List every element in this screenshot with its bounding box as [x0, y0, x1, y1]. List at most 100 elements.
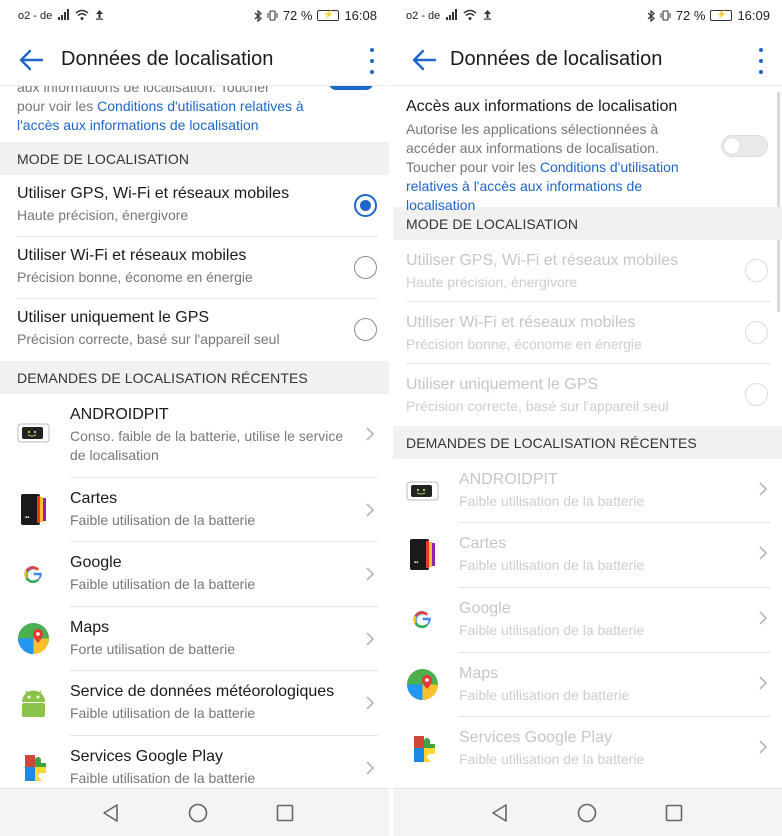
chevron-right-icon: [366, 632, 375, 646]
back-arrow-icon[interactable]: [411, 48, 437, 72]
settings-list: aux informations de localisation. Touche…: [0, 86, 389, 788]
access-intro-fragment[interactable]: aux informations de localisation. Touche…: [0, 86, 389, 134]
app-row-google[interactable]: Google Faible utilisation de la batterie: [393, 588, 782, 653]
mode-title: Utiliser uniquement le GPS: [17, 309, 210, 326]
app-row-weather[interactable]: Service de données météorologiques Faibl…: [0, 671, 389, 736]
mode-title: Utiliser uniquement le GPS: [406, 376, 599, 393]
mode-option-gps-wifi[interactable]: Utiliser GPS, Wi-Fi et réseaux mobiles H…: [0, 175, 389, 237]
radio-button[interactable]: [354, 256, 377, 279]
app-row-cartes[interactable]: ▪▪ Cartes Faible utilisation de la batte…: [393, 523, 782, 588]
more-vert-icon[interactable]: [754, 48, 768, 74]
mode-subtitle: Précision correcte, basé sur l'appareil …: [17, 331, 280, 347]
wifi-icon: [463, 9, 477, 20]
mode-title: Utiliser Wi-Fi et réseaux mobiles: [17, 247, 247, 264]
mode-title: Utiliser GPS, Wi-Fi et réseaux mobiles: [406, 252, 679, 269]
app-name: Maps: [459, 665, 499, 682]
status-right: 72 % ⚡ 16:09: [647, 8, 770, 23]
signal-strength-icon: [58, 9, 69, 20]
app-usage: Faible utilisation de la batterie: [70, 576, 256, 592]
clock: 16:08: [344, 8, 377, 23]
app-row-androidpit[interactable]: ANDROIDPIT Faible utilisation de la batt…: [393, 459, 782, 523]
maps-icon: [407, 669, 438, 700]
mode-option-gps-only[interactable]: Utiliser uniquement le GPS Précision cor…: [0, 299, 389, 361]
app-row-maps[interactable]: Maps Forte utilisation de batterie: [0, 607, 389, 671]
androidpit-icon: [17, 423, 50, 443]
app-row-maps[interactable]: Maps Faible utilisation de batterie: [393, 653, 782, 717]
screen-right: o2 - de 72 % ⚡ 16:09 Données de localisa…: [393, 0, 782, 836]
mode-option-wifi[interactable]: Utiliser Wi-Fi et réseaux mobiles Précis…: [0, 237, 389, 299]
section-header-recent: DEMANDES DE LOCALISATION RÉCENTES: [0, 361, 389, 394]
upload-icon: [96, 10, 103, 20]
chevron-right-icon: [366, 696, 375, 710]
app-usage: Faible utilisation de la batterie: [459, 557, 645, 573]
mode-option-gps-wifi[interactable]: Utiliser GPS, Wi-Fi et réseaux mobiles H…: [393, 240, 782, 302]
android-weather-icon: [22, 690, 45, 717]
nav-back-icon[interactable]: [489, 802, 511, 824]
app-name: Google: [459, 600, 511, 617]
chevron-right-icon: [759, 611, 768, 625]
location-access-toggle[interactable]: [721, 135, 768, 157]
cartes-icon: ▪▪: [410, 539, 435, 570]
wifi-icon: [75, 9, 89, 20]
signal-icons: [58, 9, 104, 20]
intro-text-pre: pour voir les: [17, 98, 98, 114]
mode-subtitle: Précision bonne, économe en énergie: [406, 336, 642, 352]
app-bar: Données de localisation: [393, 34, 782, 86]
section-header-mode: MODE DE LOCALISATION: [0, 142, 389, 175]
screen-left: o2 - de 72 % ⚡ 16:08 Données de localisa…: [0, 0, 389, 836]
page-title: Données de localisation: [450, 48, 663, 70]
app-name: Maps: [70, 619, 110, 636]
signal-strength-icon: [446, 9, 457, 20]
status-bar: o2 - de 72 % ⚡ 16:08: [0, 0, 389, 34]
app-usage: Faible utilisation de la batterie: [459, 493, 645, 509]
navigation-bar: [0, 788, 389, 836]
google-icon: [18, 559, 49, 590]
nav-recents-icon[interactable]: [274, 802, 296, 824]
intro-text-line: aux informations de localisation. Touche…: [17, 86, 270, 95]
mode-title: Utiliser Wi-Fi et réseaux mobiles: [406, 314, 636, 331]
google-icon: [407, 604, 438, 635]
app-row-cartes[interactable]: ▪▪ Cartes Faible utilisation de la batte…: [0, 478, 389, 542]
app-name: Cartes: [70, 490, 118, 507]
app-row-play-services[interactable]: Services Google Play Faible utilisation …: [393, 717, 782, 781]
radio-button-selected[interactable]: [354, 194, 377, 217]
app-name: Service de données météorologiques: [70, 683, 335, 700]
app-name: ANDROIDPIT: [459, 471, 558, 488]
radio-button[interactable]: [745, 321, 768, 344]
signal-icons: [446, 9, 492, 20]
location-access-row[interactable]: Accès aux informations de localisation A…: [393, 86, 782, 213]
app-name: Services Google Play: [70, 748, 223, 765]
app-row-androidpit[interactable]: ANDROIDPIT Conso. faible de la batterie,…: [0, 394, 389, 478]
cartes-icon: ▪▪: [21, 494, 46, 525]
carrier-label: o2 - de: [18, 10, 53, 22]
app-usage: Faible utilisation de la batterie: [70, 770, 256, 786]
mode-option-wifi[interactable]: Utiliser Wi-Fi et réseaux mobiles Précis…: [393, 302, 782, 364]
nav-back-icon[interactable]: [100, 802, 122, 824]
radio-button[interactable]: [745, 383, 768, 406]
mode-subtitle: Précision bonne, économe en énergie: [17, 269, 253, 285]
more-vert-icon[interactable]: [365, 48, 379, 74]
mode-option-gps-only[interactable]: Utiliser uniquement le GPS Précision cor…: [393, 364, 782, 426]
app-row-play-services[interactable]: Services Google Play Faible utilisation …: [0, 736, 389, 788]
battery-percent: 72 %: [282, 8, 313, 23]
page-title: Données de localisation: [61, 48, 274, 70]
app-row-google[interactable]: Google Faible utilisation de la batterie: [0, 542, 389, 607]
battery-icon: ⚡: [710, 10, 733, 21]
app-bar: Données de localisation: [0, 34, 389, 86]
maps-icon: [18, 623, 49, 654]
back-arrow-icon[interactable]: [18, 48, 44, 72]
bluetooth-icon: [647, 9, 655, 22]
nav-home-icon[interactable]: [187, 802, 209, 824]
app-usage: Faible utilisation de la batterie: [459, 622, 645, 638]
nav-home-icon[interactable]: [576, 802, 598, 824]
app-usage: Faible utilisation de la batterie: [70, 705, 256, 721]
radio-button[interactable]: [745, 259, 768, 282]
mode-subtitle: Haute précision, énergivore: [406, 274, 578, 290]
vibrate-icon: [660, 10, 671, 21]
app-usage: Faible utilisation de batterie: [459, 687, 630, 703]
chevron-right-icon: [366, 503, 375, 517]
location-access-toggle[interactable]: [329, 86, 373, 90]
nav-recents-icon[interactable]: [663, 802, 685, 824]
app-usage: Faible utilisation de la batterie: [459, 751, 645, 767]
radio-button[interactable]: [354, 318, 377, 341]
